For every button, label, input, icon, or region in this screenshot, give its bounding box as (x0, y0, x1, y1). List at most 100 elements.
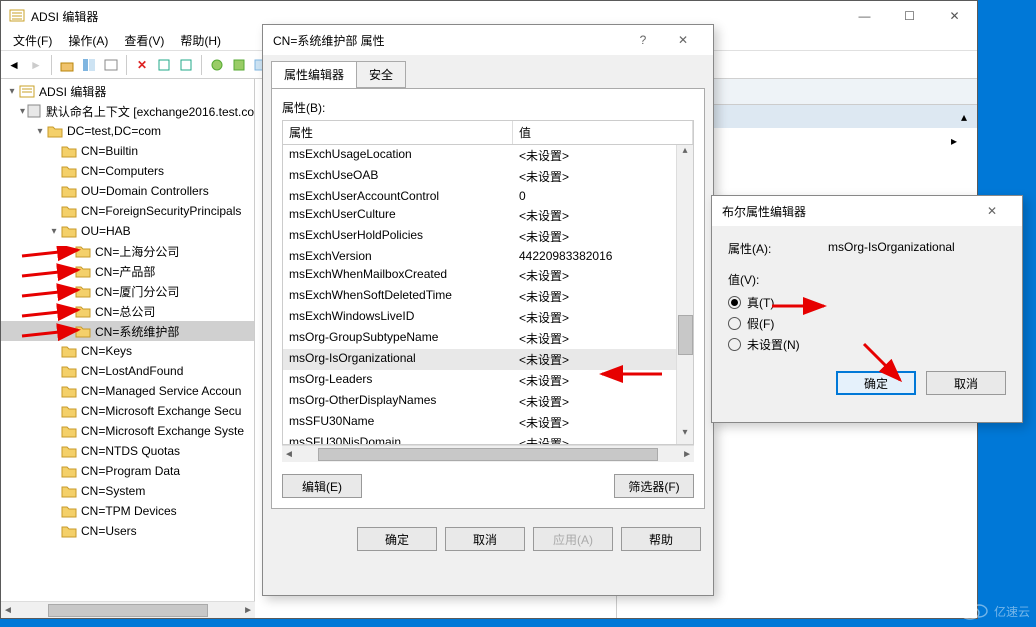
radio-true[interactable]: 真(T) (728, 294, 1006, 311)
tab-security[interactable]: 安全 (356, 61, 406, 88)
col-attribute[interactable]: 属性 (283, 121, 513, 144)
menu-help[interactable]: 帮助(H) (172, 30, 229, 51)
tree-item-b-7[interactable]: CN=System (1, 481, 254, 501)
filter-button[interactable]: 筛选器(F) (614, 474, 694, 498)
tree-item-b-1[interactable]: CN=LostAndFound (1, 361, 254, 381)
help-button[interactable]: ? (623, 33, 663, 47)
up-button[interactable] (58, 56, 76, 74)
show-hide-tree-button[interactable] (80, 56, 98, 74)
folder-icon (61, 143, 77, 159)
apply-button[interactable]: 应用(A) (533, 527, 613, 551)
refresh-button[interactable] (155, 56, 173, 74)
tree-ou-hab[interactable]: ▾OU=HAB (1, 221, 254, 241)
delete-button[interactable]: ✕ (133, 56, 151, 74)
folder-icon (61, 363, 77, 379)
cancel-button[interactable]: 取消 (926, 371, 1006, 395)
properties-button[interactable] (102, 56, 120, 74)
attribute-name: msOrg-IsOrganizational (828, 240, 955, 257)
radio-false[interactable]: 假(F) (728, 315, 1006, 332)
tree-hab-child-1[interactable]: CN=产品部 (1, 261, 254, 281)
attr-value: <未设置> (513, 329, 693, 348)
folder-icon (61, 423, 77, 439)
attr-name: msOrg-IsOrganizational (283, 350, 513, 369)
folder-icon (75, 263, 91, 279)
attribute-row[interactable]: msExchUserCulture<未设置> (283, 205, 693, 226)
tool-button-1[interactable] (208, 56, 226, 74)
tool-button-2[interactable] (230, 56, 248, 74)
attr-name: msSFU30NisDomain (283, 434, 513, 445)
tree-item-b-4[interactable]: CN=Microsoft Exchange Syste (1, 421, 254, 441)
attribute-row[interactable]: msExchUsageLocation<未设置> (283, 145, 693, 166)
tree-item-0[interactable]: CN=Builtin (1, 141, 254, 161)
attribute-row[interactable]: msExchWhenMailboxCreated<未设置> (283, 265, 693, 286)
attr-name: msExchWhenSoftDeletedTime (283, 287, 513, 306)
tree-item-3[interactable]: CN=ForeignSecurityPrincipals (1, 201, 254, 221)
attribute-row[interactable]: msSFU30Name<未设置> (283, 412, 693, 433)
tree-item-2[interactable]: OU=Domain Controllers (1, 181, 254, 201)
folder-icon (61, 463, 77, 479)
tree-root[interactable]: ▾ADSI 编辑器 (1, 81, 254, 101)
close-button[interactable]: ✕ (932, 1, 977, 31)
attribute-row[interactable]: msExchVersion44220983382016 (283, 247, 693, 265)
attribute-row[interactable]: msSFU30NisDomain<未设置> (283, 433, 693, 445)
dialog-titlebar[interactable]: 布尔属性编辑器 ✕ (712, 196, 1022, 226)
collapse-icon: ▴ (961, 110, 967, 124)
ok-button[interactable]: 确定 (836, 371, 916, 395)
tree-item-b-8[interactable]: CN=TPM Devices (1, 501, 254, 521)
col-value[interactable]: 值 (513, 121, 693, 144)
tree-hab-child-2[interactable]: CN=厦门分公司 (1, 281, 254, 301)
forward-button[interactable]: ► (27, 56, 45, 74)
attr-value: <未设置> (513, 266, 693, 285)
menu-action[interactable]: 操作(A) (60, 30, 116, 51)
tree-item-b-5[interactable]: CN=NTDS Quotas (1, 441, 254, 461)
list-v-scrollbar[interactable]: ▴ ▾ (676, 145, 693, 444)
attribute-row[interactable]: msExchWindowsLiveID<未设置> (283, 307, 693, 328)
tree-dc[interactable]: ▾DC=test,DC=com (1, 121, 254, 141)
tab-body: 属性(B): 属性 值 msExchUsageLocation<未设置>msEx… (271, 88, 705, 509)
tab-attribute-editor[interactable]: 属性编辑器 (271, 61, 357, 88)
tree-item-b-3[interactable]: CN=Microsoft Exchange Secu (1, 401, 254, 421)
menu-file[interactable]: 文件(F) (5, 30, 60, 51)
edit-button[interactable]: 编辑(E) (282, 474, 362, 498)
attribute-row[interactable]: msExchUserHoldPolicies<未设置> (283, 226, 693, 247)
tree-naming-context[interactable]: ▾默认命名上下文 [exchange2016.test.co (1, 101, 254, 121)
back-button[interactable]: ◄ (5, 56, 23, 74)
tree-pane[interactable]: ▾ADSI 编辑器▾默认命名上下文 [exchange2016.test.co▾… (1, 79, 255, 618)
tree-item-b-2[interactable]: CN=Managed Service Accoun (1, 381, 254, 401)
tree-hab-child-0[interactable]: CN=上海分公司 (1, 241, 254, 261)
attribute-row[interactable]: msOrg-GroupSubtypeName<未设置> (283, 328, 693, 349)
attr-value: 0 (513, 188, 693, 204)
close-button[interactable]: ✕ (972, 204, 1012, 218)
export-button[interactable] (177, 56, 195, 74)
tree-item-b-6[interactable]: CN=Program Data (1, 461, 254, 481)
attribute-row[interactable]: msExchUserAccountControl0 (283, 187, 693, 205)
attr-name: msExchUsageLocation (283, 146, 513, 165)
help-button[interactable]: 帮助 (621, 527, 701, 551)
close-button[interactable]: ✕ (663, 33, 703, 47)
attribute-row[interactable]: msOrg-IsOrganizational<未设置> (283, 349, 693, 370)
attribute-row[interactable]: msExchUseOAB<未设置> (283, 166, 693, 187)
menu-view[interactable]: 查看(V) (116, 30, 172, 51)
cancel-button[interactable]: 取消 (445, 527, 525, 551)
attribute-row[interactable]: msOrg-Leaders<未设置> (283, 370, 693, 391)
attr-value: <未设置> (513, 350, 693, 369)
tree-item-label: CN=LostAndFound (81, 364, 183, 378)
attribute-row[interactable]: msExchWhenSoftDeletedTime<未设置> (283, 286, 693, 307)
attr-name: msOrg-OtherDisplayNames (283, 392, 513, 411)
tree-hab-child-4[interactable]: CN=系统维护部 (1, 321, 254, 341)
tree-hab-child-3[interactable]: CN=总公司 (1, 301, 254, 321)
attribute-list[interactable]: msExchUsageLocation<未设置>msExchUseOAB<未设置… (282, 145, 694, 445)
radio-unset[interactable]: 未设置(N) (728, 336, 1006, 353)
tree-h-scrollbar[interactable]: ◄ ► (1, 601, 255, 618)
dialog-titlebar[interactable]: CN=系统维护部 属性 ? ✕ (263, 25, 713, 55)
tree-item-b-9[interactable]: CN=Users (1, 521, 254, 541)
folder-icon (19, 83, 35, 99)
tree-item-1[interactable]: CN=Computers (1, 161, 254, 181)
ok-button[interactable]: 确定 (357, 527, 437, 551)
maximize-button[interactable]: ☐ (887, 1, 932, 31)
minimize-button[interactable]: — (842, 1, 887, 31)
attribute-row[interactable]: msOrg-OtherDisplayNames<未设置> (283, 391, 693, 412)
tree-item-b-0[interactable]: CN=Keys (1, 341, 254, 361)
list-h-scrollbar[interactable]: ◄ ► (282, 445, 694, 462)
tree-item-label: CN=Microsoft Exchange Secu (81, 404, 241, 418)
